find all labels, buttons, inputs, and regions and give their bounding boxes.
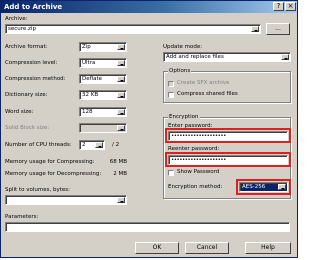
add-to-archive-dialog: Add to Archive ? × Archive: secure.zip .… <box>0 0 298 258</box>
chevron-down-icon[interactable] <box>278 184 286 190</box>
chevron-down-icon[interactable] <box>117 92 125 98</box>
archive-format-label: Archive format: <box>5 44 48 50</box>
chevron-down-icon[interactable] <box>95 142 103 148</box>
options-group: Options Create SFX archive Compress shar… <box>163 68 291 103</box>
update-mode-select[interactable]: Add and replace files <box>163 52 291 62</box>
chevron-down-icon[interactable] <box>117 197 125 203</box>
create-sfx-checkbox[interactable] <box>168 81 174 87</box>
memory-compress-value: 68 MB <box>109 159 127 165</box>
word-size-select[interactable]: 128 <box>79 107 127 117</box>
encryption-method-value: AES-256 <box>242 184 266 190</box>
encryption-method-label: Encryption method: <box>168 184 223 190</box>
cpu-threads-value: 2 <box>82 142 86 148</box>
ok-button[interactable]: OK <box>135 242 179 254</box>
enter-password-field[interactable]: •••••••••••••••••••• <box>168 131 288 141</box>
enter-password-value: •••••••••••••••••••• <box>171 133 226 139</box>
close-icon: × <box>287 2 294 10</box>
parameters-label: Parameters: <box>5 214 39 220</box>
cancel-button[interactable]: Cancel <box>185 242 229 254</box>
dictionary-size-select[interactable]: 32 KB <box>79 90 127 100</box>
parameters-input[interactable] <box>5 222 290 232</box>
solid-block-size-select[interactable] <box>79 123 127 133</box>
dictionary-size-label: Dictionary size: <box>5 92 48 98</box>
word-size-label: Word size: <box>5 109 34 115</box>
solid-block-size-label: Solid Block size: <box>5 125 50 131</box>
browse-button[interactable]: ... <box>266 23 290 35</box>
update-mode-label: Update mode: <box>163 44 203 50</box>
chevron-down-icon[interactable] <box>117 109 125 115</box>
help-button[interactable]: Help <box>245 242 291 254</box>
archive-label: Archive: <box>5 16 28 22</box>
update-mode-value: Add and replace files <box>166 54 224 60</box>
memory-decompress-value: 2 MB <box>113 171 127 177</box>
title-bar: Add to Archive ? × <box>1 1 297 13</box>
compress-shared-checkbox[interactable] <box>168 92 174 98</box>
archive-format-value: Zip <box>82 44 91 50</box>
show-password-checkbox[interactable] <box>168 170 174 176</box>
compression-level-value: Ultra <box>82 60 96 66</box>
reenter-password-field[interactable]: •••••••••••••••••••• <box>168 155 288 165</box>
split-volumes-label: Split to volumes, bytes: <box>5 187 70 193</box>
split-volumes-combobox[interactable] <box>5 195 127 205</box>
chevron-down-icon[interactable] <box>117 60 125 66</box>
compression-method-value: Deflate <box>82 76 102 82</box>
chevron-down-icon[interactable] <box>117 125 125 131</box>
show-password-label: Show Password <box>177 169 220 175</box>
help-title-button[interactable]: ? <box>273 2 284 11</box>
word-size-value: 128 <box>82 109 93 115</box>
memory-decompress-label: Memory usage for Decompressing: <box>5 171 102 177</box>
compression-level-label: Compression level: <box>5 60 58 66</box>
chevron-down-icon[interactable] <box>251 26 259 32</box>
dictionary-size-value: 32 KB <box>82 92 99 98</box>
cpu-threads-max: / 2 <box>112 142 120 148</box>
archive-format-select[interactable]: Zip <box>79 42 127 52</box>
window-title: Add to Archive <box>4 3 63 11</box>
compression-method-label: Compression method: <box>5 76 66 82</box>
chevron-down-icon[interactable] <box>117 76 125 82</box>
cpu-threads-select[interactable]: 2 <box>79 140 105 150</box>
cpu-threads-label: Number of CPU threads: <box>5 142 72 148</box>
encryption-title: Encryption <box>168 114 200 121</box>
archive-path-value: secure.zip <box>8 26 36 32</box>
archive-path-combobox[interactable]: secure.zip <box>5 24 261 34</box>
create-sfx-label: Create SFX archive <box>177 80 230 86</box>
compression-method-select[interactable]: Deflate <box>79 74 127 84</box>
compression-level-select[interactable]: Ultra <box>79 58 127 68</box>
compress-shared-label: Compress shared files <box>177 91 238 97</box>
reenter-password-value: •••••••••••••••••••• <box>171 157 226 163</box>
encryption-method-select[interactable]: AES-256 <box>239 182 288 192</box>
memory-compress-label: Memory usage for Compressing: <box>5 159 95 165</box>
options-title: Options <box>168 68 192 75</box>
close-button[interactable]: × <box>285 2 296 11</box>
chevron-down-icon[interactable] <box>117 44 125 50</box>
chevron-down-icon[interactable] <box>281 54 289 60</box>
